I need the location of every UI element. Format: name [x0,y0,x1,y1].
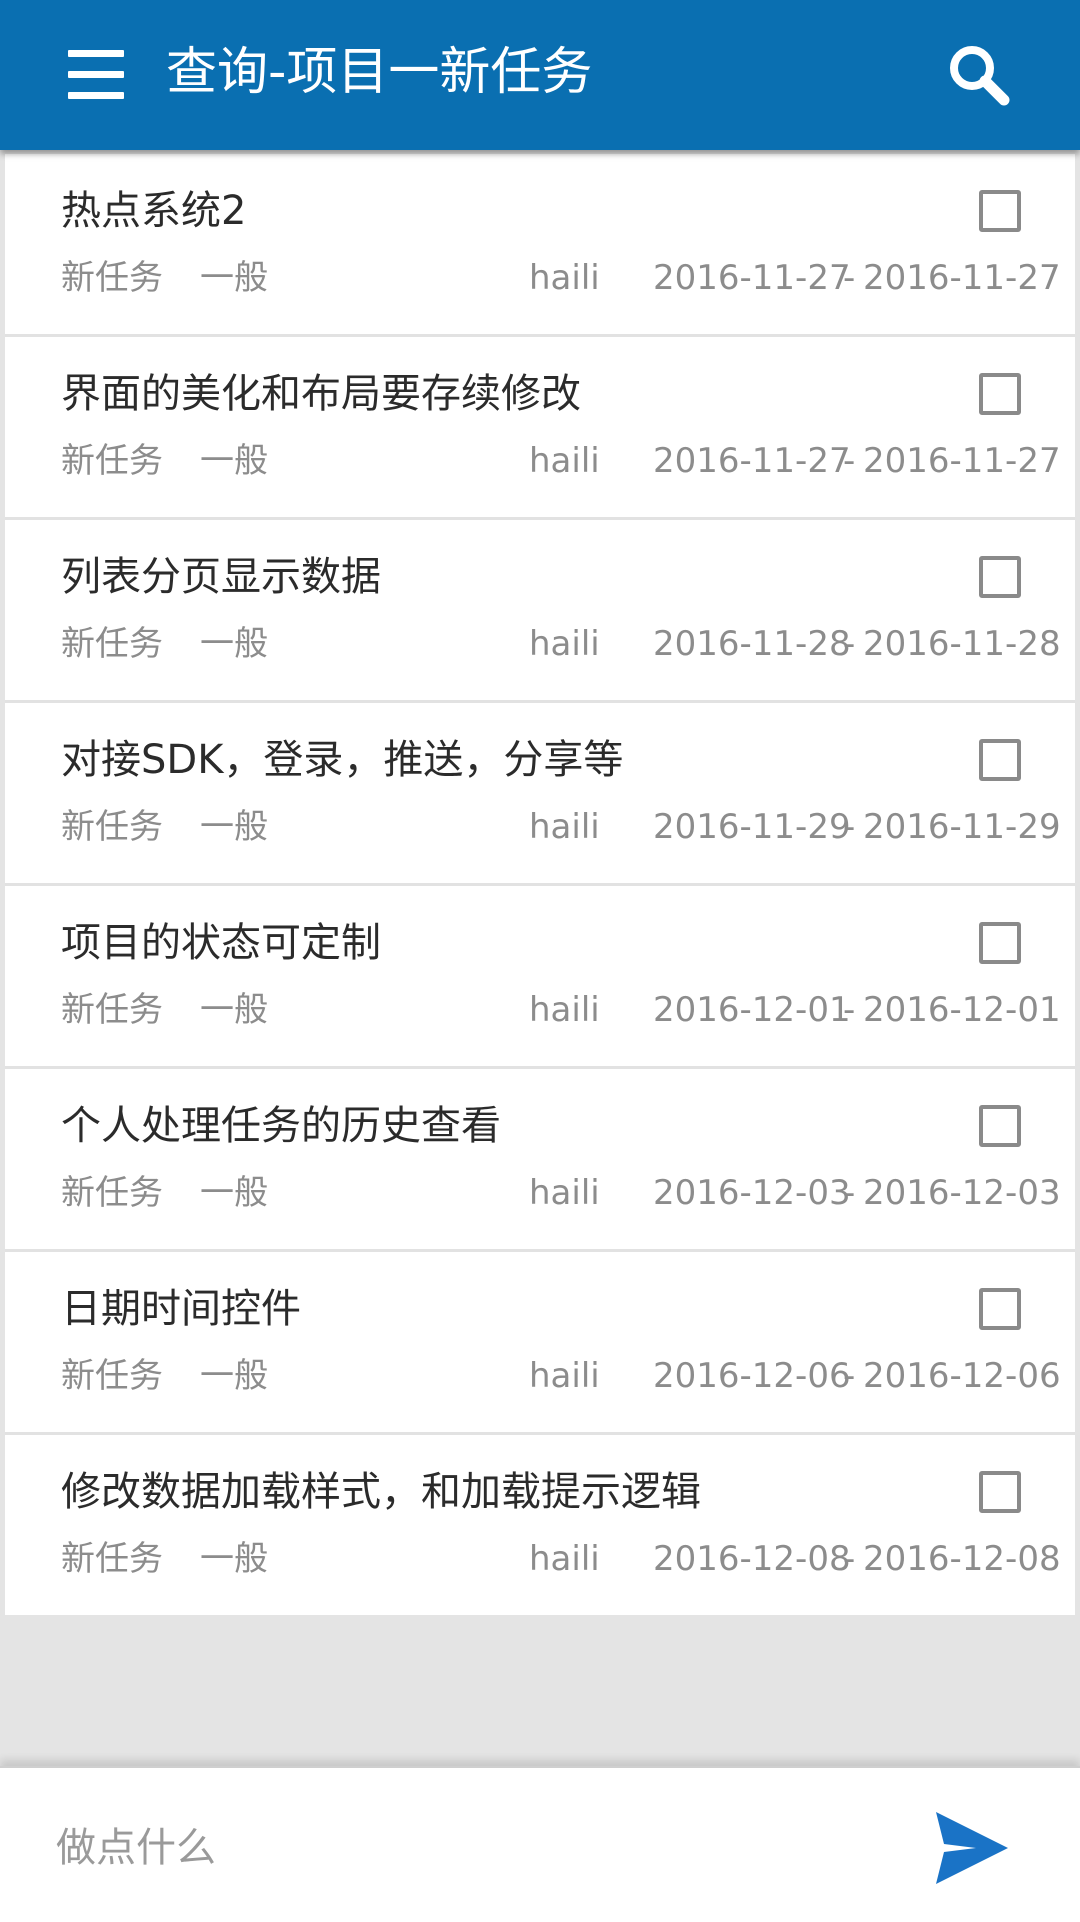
task-status: 新任务 [61,1173,163,1213]
task-end-date: 2016-11-27 [863,441,1061,481]
task-priority: 一般 [200,441,268,481]
task-assignee: haili [529,1356,600,1396]
task-item[interactable]: 项目的状态可定制 新任务 一般 haili 2016-12-01 - 2016-… [5,886,1075,1069]
task-assignee: haili [529,258,600,298]
task-checkbox[interactable] [979,922,1021,964]
task-status: 新任务 [61,1539,163,1579]
task-status: 新任务 [61,441,163,481]
task-assignee: haili [529,624,600,664]
task-list: 热点系统2 新任务 一般 haili 2016-11-27 - 2016-11-… [5,154,1075,1615]
task-priority: 一般 [200,807,268,847]
task-status: 新任务 [61,990,163,1030]
task-assignee: haili [529,441,600,481]
task-priority: 一般 [200,1356,268,1396]
task-status: 新任务 [61,624,163,664]
task-item[interactable]: 列表分页显示数据 新任务 一般 haili 2016-11-28 - 2016-… [5,520,1075,703]
task-title: 对接SDK，登录，推送，分享等 [61,737,624,783]
task-checkbox[interactable] [979,739,1021,781]
task-checkbox[interactable] [979,373,1021,415]
task-start-date: 2016-11-29 [653,807,851,847]
task-item[interactable]: 界面的美化和布局要存续修改 新任务 一般 haili 2016-11-27 - … [5,337,1075,520]
task-end-date: 2016-12-03 [863,1173,1061,1213]
task-checkbox[interactable] [979,190,1021,232]
task-title: 界面的美化和布局要存续修改 [61,371,581,417]
task-checkbox[interactable] [979,1105,1021,1147]
task-priority: 一般 [200,258,268,298]
task-status: 新任务 [61,258,163,298]
date-separator: - [843,1539,856,1579]
task-start-date: 2016-11-27 [653,258,851,298]
date-separator: - [843,441,856,481]
task-assignee: haili [529,990,600,1030]
task-priority: 一般 [200,624,268,664]
composer-bar [0,1766,1080,1922]
task-end-date: 2016-12-06 [863,1356,1061,1396]
task-status: 新任务 [61,807,163,847]
task-checkbox[interactable] [979,556,1021,598]
task-assignee: haili [529,1173,600,1213]
task-end-date: 2016-12-08 [863,1539,1061,1579]
task-priority: 一般 [200,1173,268,1213]
task-priority: 一般 [200,990,268,1030]
task-end-date: 2016-12-01 [863,990,1061,1030]
date-separator: - [843,258,856,298]
task-item[interactable]: 对接SDK，登录，推送，分享等 新任务 一般 haili 2016-11-29 … [5,703,1075,886]
menu-icon[interactable] [56,44,128,106]
app-bar: 查询-项目一新任务 [0,0,1080,150]
task-item[interactable]: 日期时间控件 新任务 一般 haili 2016-12-06 - 2016-12… [5,1252,1075,1435]
task-title: 日期时间控件 [61,1286,301,1332]
task-title: 热点系统2 [61,188,247,234]
search-icon[interactable] [940,36,1020,116]
date-separator: - [843,990,856,1030]
task-priority: 一般 [200,1539,268,1579]
date-separator: - [843,807,856,847]
date-separator: - [843,1356,856,1396]
task-start-date: 2016-12-01 [653,990,851,1030]
task-start-date: 2016-12-06 [653,1356,851,1396]
task-end-date: 2016-11-27 [863,258,1061,298]
task-end-date: 2016-11-29 [863,807,1061,847]
date-separator: - [843,624,856,664]
task-item[interactable]: 热点系统2 新任务 一般 haili 2016-11-27 - 2016-11-… [5,154,1075,337]
task-input[interactable] [56,1808,876,1888]
task-title: 项目的状态可定制 [61,920,381,966]
task-title: 个人处理任务的历史查看 [61,1103,501,1149]
task-end-date: 2016-11-28 [863,624,1061,664]
task-checkbox[interactable] [979,1288,1021,1330]
task-assignee: haili [529,807,600,847]
task-item[interactable]: 个人处理任务的历史查看 新任务 一般 haili 2016-12-03 - 20… [5,1069,1075,1252]
task-title: 列表分页显示数据 [61,554,381,600]
task-start-date: 2016-12-08 [653,1539,851,1579]
task-start-date: 2016-11-28 [653,624,851,664]
task-checkbox[interactable] [979,1471,1021,1513]
task-title: 修改数据加载样式，和加载提示逻辑 [61,1469,701,1515]
task-status: 新任务 [61,1356,163,1396]
send-icon[interactable] [930,1806,1014,1890]
task-item[interactable]: 修改数据加载样式，和加载提示逻辑 新任务 一般 haili 2016-12-08… [5,1435,1075,1615]
page-title: 查询-项目一新任务 [166,43,593,102]
task-start-date: 2016-11-27 [653,441,851,481]
task-start-date: 2016-12-03 [653,1173,851,1213]
task-assignee: haili [529,1539,600,1579]
date-separator: - [843,1173,856,1213]
